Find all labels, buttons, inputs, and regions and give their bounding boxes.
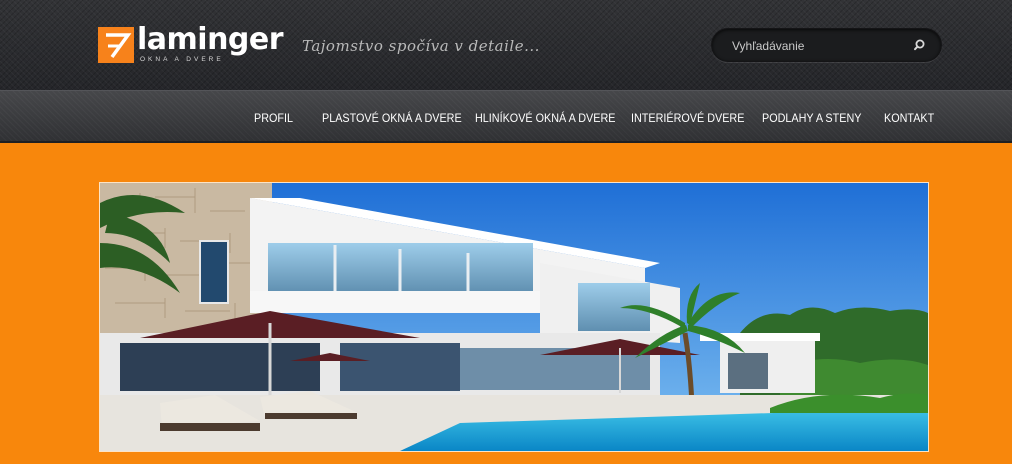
main-nav: PROFIL PLASTOVÉ OKNÁ A DVERE HLINÍKOVÉ O… bbox=[0, 90, 1012, 143]
nav-item-profil[interactable]: PROFIL bbox=[254, 111, 293, 125]
hero-banner bbox=[99, 182, 929, 452]
nav-item-plastove-okna[interactable]: PLASTOVÉ OKNÁ A DVERE bbox=[322, 111, 462, 125]
logo[interactable]: laminger OKNA A DVERE bbox=[98, 22, 284, 67]
logo-mark-icon bbox=[98, 27, 134, 63]
logo-text: laminger bbox=[137, 22, 284, 57]
nav-item-interierove-dvere[interactable]: INTERIÉROVÉ DVERE bbox=[631, 111, 744, 125]
tagline: Tajomstvo spočíva v detaile... bbox=[302, 37, 540, 55]
search-icon[interactable] bbox=[913, 37, 929, 53]
header: laminger OKNA A DVERE Tajomstvo spočíva … bbox=[0, 0, 1012, 90]
villa-photo bbox=[100, 183, 928, 451]
search-input[interactable] bbox=[730, 35, 914, 57]
nav-item-hlinikove-okna[interactable]: HLINÍKOVÉ OKNÁ A DVERE bbox=[475, 111, 615, 125]
logo-subtitle: OKNA A DVERE bbox=[140, 56, 224, 63]
search-box bbox=[711, 28, 942, 62]
nav-item-kontakt[interactable]: KONTAKT bbox=[884, 111, 934, 125]
nav-item-podlahy-steny[interactable]: PODLAHY A STENY bbox=[762, 111, 861, 125]
